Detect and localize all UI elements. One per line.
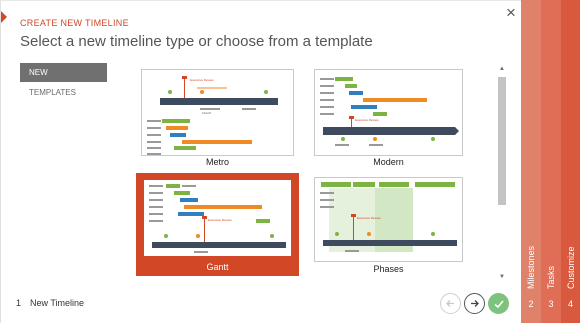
metro-preview-graphic: Executive Review Kickoff	[147, 76, 278, 155]
template-phases-label: Phases	[373, 264, 404, 274]
previous-button[interactable]	[440, 293, 461, 314]
step-tab-milestones-label: Milestones	[526, 245, 536, 289]
phases-milestone-text: Executive Review	[357, 216, 382, 220]
sidebar-item-new[interactable]: NEW	[20, 63, 107, 82]
metro-milestone-text: Executive Review	[190, 78, 215, 82]
modern-milestone-text: Executive Review	[355, 118, 380, 122]
scroll-down-icon[interactable]: ▼	[498, 273, 506, 281]
step-tab-customize-number: 4	[567, 299, 573, 309]
checkmark-icon	[493, 299, 504, 308]
dialog-main: × CREATE NEW TIMELINE Select a new timel…	[0, 0, 521, 323]
current-step-label: New Timeline	[30, 298, 85, 308]
modern-preview-graphic: Executive Review	[320, 77, 459, 146]
next-button[interactable]	[464, 293, 485, 314]
metro-sub-text: Kickoff	[202, 111, 211, 115]
page-title: Select a new timeline type or choose fro…	[20, 33, 373, 50]
template-modern-preview: Executive Review	[314, 69, 463, 156]
arrow-left-icon	[446, 300, 454, 307]
close-icon[interactable]: ×	[504, 4, 518, 22]
arrow-right-icon	[471, 300, 479, 307]
template-gantt-label: Gantt	[206, 262, 229, 272]
phases-preview-graphic: Executive Review	[320, 182, 457, 252]
template-metro[interactable]: Executive Review Kickoff Metro	[141, 69, 294, 169]
corner-marker	[1, 11, 7, 23]
step-tab-milestones[interactable]: Milestones 2	[521, 0, 541, 323]
dialog-kicker: CREATE NEW TIMELINE	[20, 18, 129, 28]
step-tab-tasks-number: 3	[548, 299, 554, 309]
done-button[interactable]	[488, 293, 509, 314]
template-metro-preview: Executive Review Kickoff	[141, 69, 294, 156]
template-modern-label: Modern	[373, 157, 404, 167]
template-gantt-preview: Executive Review	[143, 179, 292, 257]
step-tab-customize-label: Customize	[565, 246, 576, 289]
scrollbar-thumb[interactable]	[498, 77, 506, 205]
step-tab-milestones-number: 2	[528, 299, 534, 309]
template-phases-preview: Executive Review	[314, 177, 463, 262]
step-tab-customize[interactable]: Customize 4	[561, 0, 580, 323]
sidebar-item-templates[interactable]: TEMPLATES	[20, 83, 107, 102]
template-metro-label: Metro	[205, 157, 229, 167]
gantt-preview-graphic: Executive Review	[149, 184, 286, 253]
template-gantt[interactable]: Executive Review Gantt	[136, 173, 299, 276]
current-step-number: 1	[16, 298, 22, 308]
template-phases[interactable]: Executive Review Phases	[314, 177, 463, 277]
step-tab-tasks[interactable]: Tasks 3	[541, 0, 561, 323]
step-tab-tasks-label: Tasks	[546, 265, 556, 289]
template-modern[interactable]: Executive Review Modern	[314, 69, 463, 169]
gantt-milestone-text: Executive Review	[208, 218, 233, 222]
